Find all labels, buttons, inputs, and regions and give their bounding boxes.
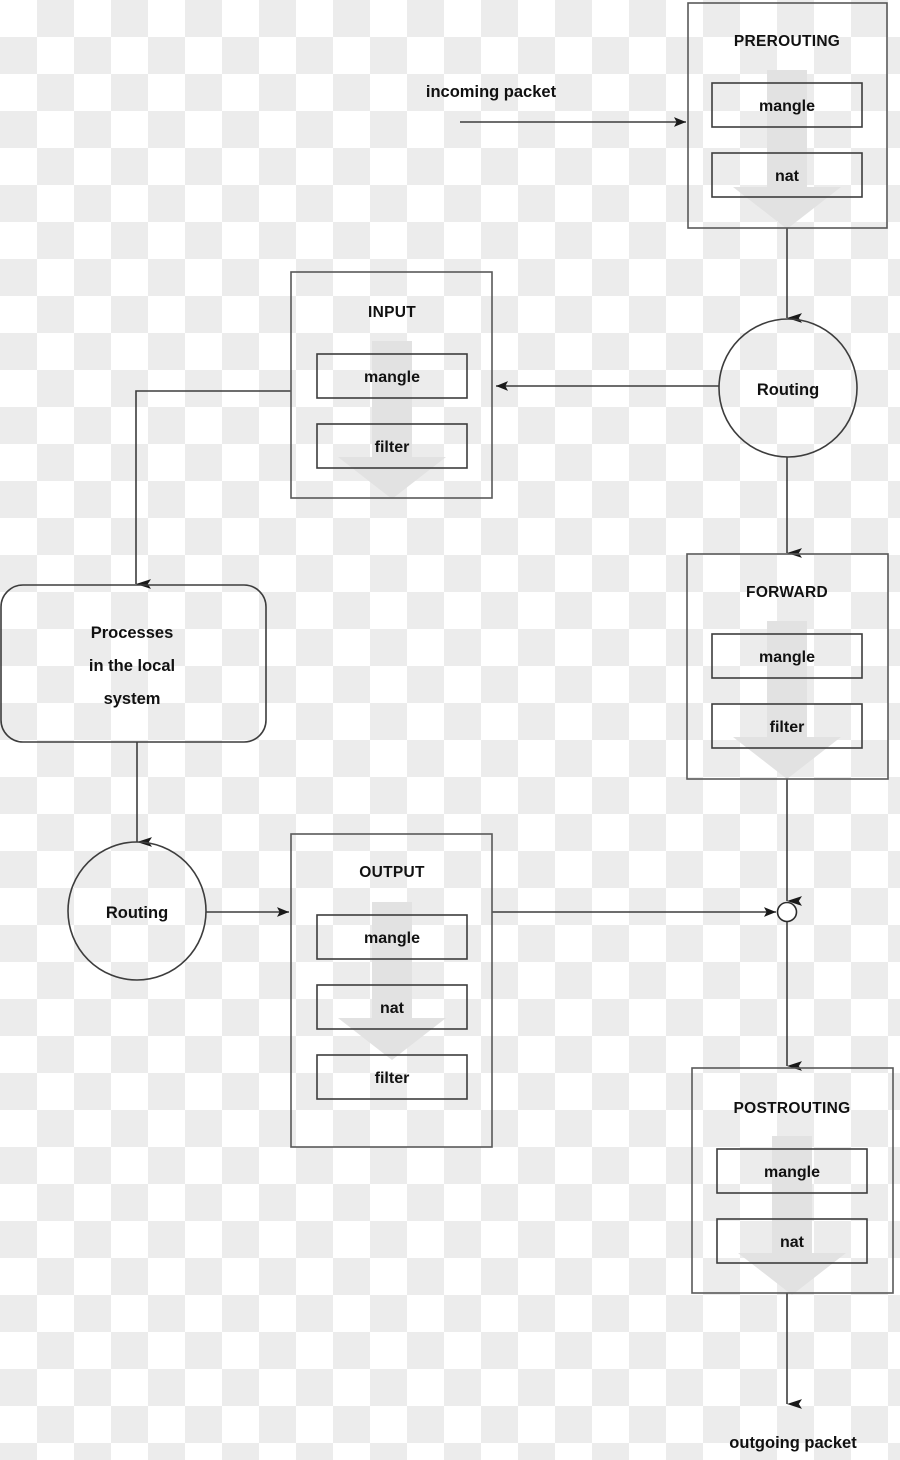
node-routing-top-label: Routing — [757, 381, 819, 399]
incoming-packet-label: incoming packet — [426, 83, 557, 101]
table-output-nat-label: nat — [380, 1000, 405, 1017]
table-postrouting-nat-label: nat — [780, 1234, 805, 1251]
table-input-filter-label: filter — [375, 439, 410, 456]
chain-input-title: INPUT — [368, 304, 416, 321]
packet-flow-diagram: PREROUTING mangle nat INPUT mangle filte… — [0, 2, 894, 1452]
chain-postrouting-title: POSTROUTING — [734, 1100, 851, 1117]
table-forward-mangle-label: mangle — [759, 649, 815, 666]
table-postrouting-mangle-label: mangle — [764, 1164, 820, 1181]
edge-input-to-processes — [135, 390, 291, 589]
merge-junction-node[interactable] — [776, 901, 798, 923]
connectors-layer — [135, 117, 802, 1409]
table-output-filter-label: filter — [375, 1070, 410, 1087]
flow-arrow-input — [338, 341, 446, 499]
table-forward-filter-label: filter — [770, 719, 805, 736]
flow-arrow-prerouting — [733, 70, 841, 229]
flow-arrow-postrouting — [738, 1136, 846, 1295]
node-processes[interactable]: Processes in the local system — [0, 584, 267, 743]
chain-output-title: OUTPUT — [359, 864, 425, 881]
node-routing-top[interactable]: Routing — [718, 318, 858, 458]
chain-forward-title: FORWARD — [746, 584, 828, 601]
chain-prerouting-title: PREROUTING — [734, 33, 840, 50]
node-routing-bottom-label: Routing — [106, 904, 168, 922]
node-processes-line-3: system — [104, 690, 161, 708]
flow-arrow-output — [338, 902, 446, 1060]
flow-arrow-forward — [733, 621, 841, 779]
outgoing-packet-label: outgoing packet — [729, 1434, 857, 1452]
table-prerouting-nat-label: nat — [775, 168, 800, 185]
table-output-mangle-label: mangle — [364, 930, 420, 947]
diagram-canvas: PREROUTING mangle nat INPUT mangle filte… — [0, 0, 900, 1460]
node-processes-line-1: Processes — [91, 624, 174, 642]
table-output-filter[interactable]: filter — [316, 1054, 468, 1100]
node-routing-bottom[interactable]: Routing — [67, 841, 207, 981]
node-processes-line-2: in the local — [89, 657, 175, 675]
table-input-mangle-label: mangle — [364, 369, 420, 386]
table-prerouting-mangle-label: mangle — [759, 98, 815, 115]
